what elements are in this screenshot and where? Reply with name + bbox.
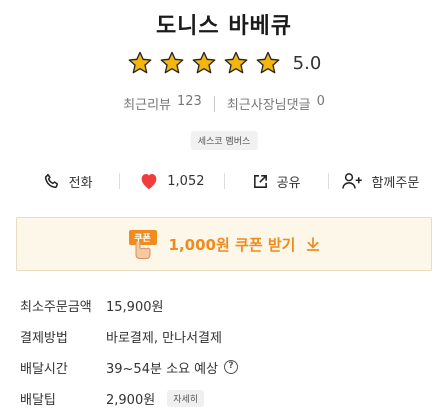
star-icon [160,51,184,74]
like-button[interactable]: 1,052 [120,172,223,190]
share-label: 공유 [276,175,301,191]
delivery-time-value-wrap: 39~54분 소요 예상 ? [106,358,239,377]
coupon-button[interactable]: 쿠폰 1,000원 쿠폰 받기 [16,217,432,271]
coupon-tag-label: 쿠폰 [134,234,151,244]
rating-row: 5.0 [0,50,448,76]
recent-reviews-label: 최근리뷰 [123,98,171,113]
phone-icon [44,173,58,189]
payment-row: 결제방법 바로결제, 만나서결제 [20,321,430,351]
store-name: 도니스 바베큐 [155,14,293,39]
delivery-tip-value: 2,900원 [106,392,156,408]
min-order-row: 최소주문금액 15,900원 [20,290,430,320]
coupon-tag-icon: 쿠폰 [127,227,159,261]
share-icon [253,174,267,188]
download-icon [307,237,320,251]
call-label: 전화 [68,175,93,191]
cesco-badge: 세스코 멤버스 [190,131,258,150]
star-icon [256,51,280,74]
recent-reviews-count: 123 [177,94,202,109]
delivery-tip-row: 배달팁 2,900원 자세히 [20,383,430,413]
payment-label: 결제방법 [20,330,68,346]
divider [213,95,215,112]
delivery-time-label: 배달시간 [20,361,68,377]
owner-replies-label: 최근사장님댓글 [226,98,311,113]
heart-icon [141,174,157,190]
add-user-icon [342,173,363,189]
store-info: 최소주문금액 15,900원 결제방법 바로결제, 만나서결제 배달시간 39~… [20,290,430,414]
rating-value: 5.0 [292,52,322,74]
recent-reviews[interactable]: 최근리뷰 123 [123,94,202,113]
delivery-tip-value-wrap: 2,900원 자세히 [106,389,205,408]
owner-replies-count: 0 [316,94,325,109]
call-button[interactable]: 전화 [16,172,119,191]
min-order-value: 15,900원 [106,299,164,315]
star-icon [128,51,152,74]
delivery-time-value: 39~54분 소요 예상 [106,361,219,377]
delivery-tip-label: 배달팁 [20,392,56,408]
question-icon[interactable]: ? [224,360,239,374]
likes-count: 1,052 [167,173,205,189]
min-order-label: 최소주문금액 [20,299,92,315]
group-order-button[interactable]: 함께주문 [329,172,432,191]
delivery-time-row: 배달시간 39~54분 소요 예상 ? [20,352,430,382]
payment-value: 바로결제, 만나서결제 [106,330,222,346]
star-icon [192,51,216,74]
star-icon [224,51,248,74]
owner-replies[interactable]: 최근사장님댓글 0 [227,94,325,113]
group-order-label: 함께주문 [371,175,420,191]
action-bar: 전화 1,052 공유 함께주문 [16,166,432,196]
share-button[interactable]: 공유 [225,172,328,191]
coupon-text: 1,000원 쿠폰 받기 [168,235,296,254]
review-meta: 최근리뷰 123 최근사장님댓글 0 [0,94,448,113]
detail-button[interactable]: 자세히 [167,389,205,407]
